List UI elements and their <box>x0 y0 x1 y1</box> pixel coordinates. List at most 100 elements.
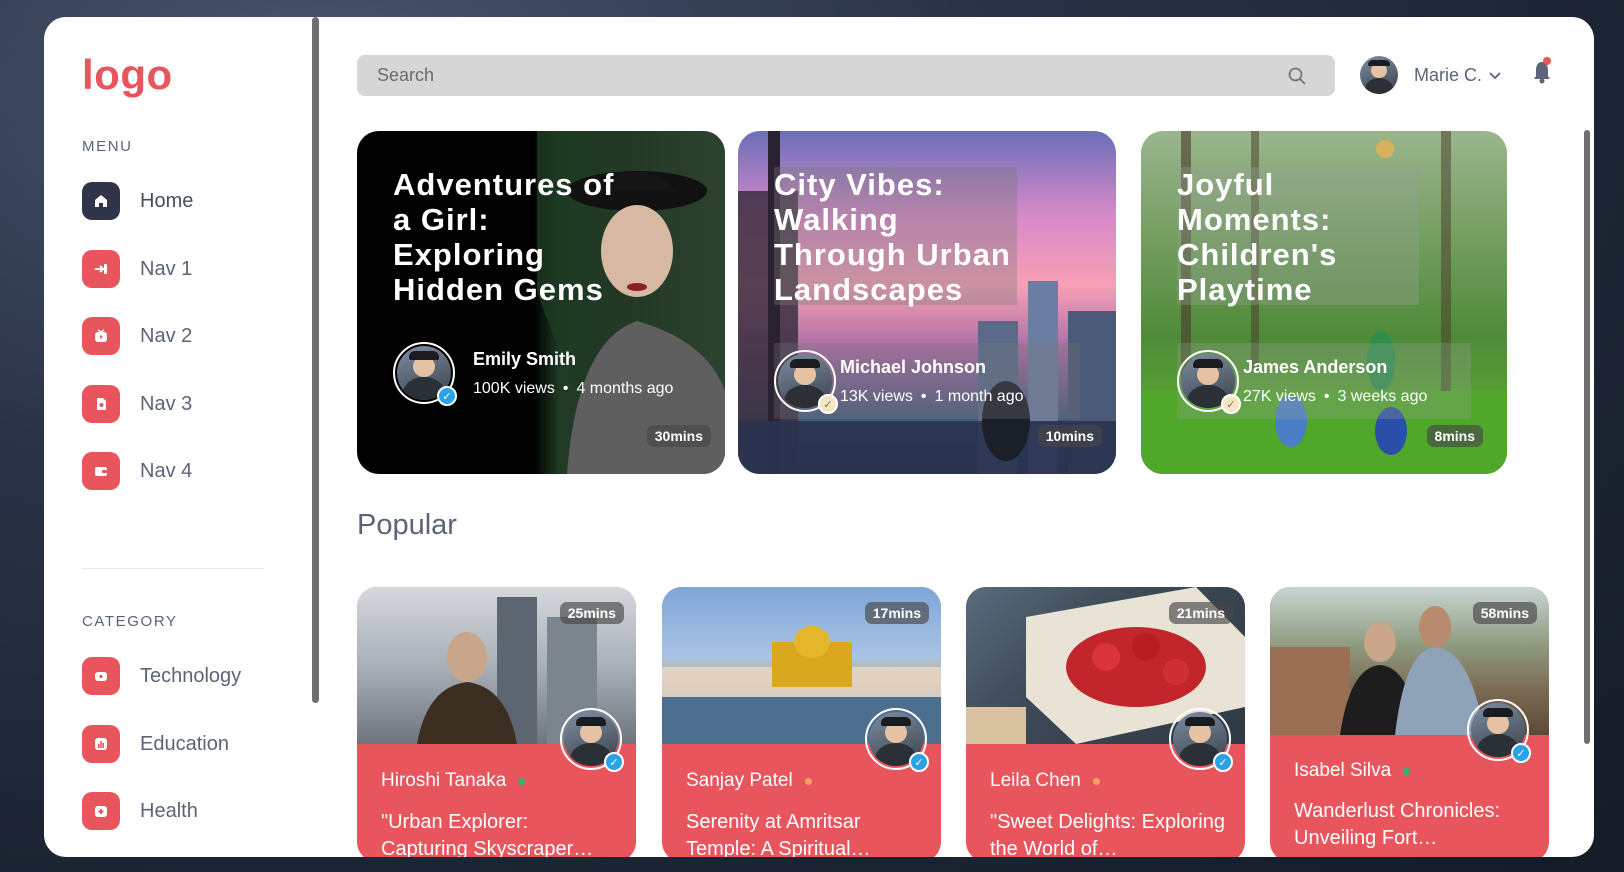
duration-badge: 17mins <box>864 602 929 624</box>
search-icon[interactable] <box>1287 66 1307 86</box>
chart-icon <box>82 725 120 763</box>
featured-title-box: Joyful Moments: Children's Playtime <box>1177 167 1419 307</box>
featured-title[interactable]: City Vibes: Walking Through Urban Landsc… <box>774 167 1017 307</box>
popular-card[interactable]: 21mins ✓ Leila Chen "Sweet Delights: Exp… <box>966 587 1245 857</box>
sidebar-item-nav-1[interactable]: Nav 1 <box>82 249 192 289</box>
author-avatar[interactable]: ✓ <box>1467 699 1531 763</box>
sidebar-item-education[interactable]: Education <box>82 724 229 764</box>
app-window: logo MENU Home Nav 1 Nav 2 Nav 3 Nav 4 C… <box>44 17 1594 857</box>
sidebar: logo MENU Home Nav 1 Nav 2 Nav 3 Nav 4 C… <box>44 17 312 857</box>
sidebar-divider <box>82 568 264 569</box>
author-name-text: Sanjay Patel <box>686 770 793 791</box>
featured-title[interactable]: Adventures of a Girl: Exploring Hidden G… <box>393 167 623 307</box>
featured-author[interactable]: ✓ James Anderson 27K views • 3 weeks ago <box>1177 343 1471 419</box>
author-avatar[interactable]: ✓ <box>1177 350 1241 414</box>
author-avatar[interactable]: ✓ <box>393 342 457 406</box>
verified-icon: ✓ <box>909 752 929 772</box>
sidebar-item-label: Nav 4 <box>140 459 193 482</box>
featured-card[interactable]: Adventures of a Girl: Exploring Hidden G… <box>357 131 725 474</box>
author-avatar[interactable]: ✓ <box>774 350 838 414</box>
author-avatar[interactable]: ✓ <box>560 708 624 772</box>
author-name[interactable]: Emily Smith <box>473 349 673 370</box>
video-title[interactable]: "Urban Explorer: Capturing Skyscraper… <box>381 809 616 857</box>
verified-icon: ✓ <box>1511 743 1531 763</box>
category-section-title: CATEGORY <box>82 613 178 630</box>
duration-badge: 25mins <box>559 602 624 624</box>
author-name-text: Leila Chen <box>990 770 1081 791</box>
chevron-down-icon[interactable] <box>1488 68 1502 82</box>
featured-title-box: City Vibes: Walking Through Urban Landsc… <box>774 167 1017 307</box>
search-input[interactable] <box>377 55 1237 96</box>
featured-card[interactable]: City Vibes: Walking Through Urban Landsc… <box>738 131 1116 474</box>
sidebar-item-nav-4[interactable]: Nav 4 <box>82 451 192 491</box>
view-count: 13K views <box>840 387 913 405</box>
menu-section-title: MENU <box>82 138 133 155</box>
sidebar-scrollbar[interactable] <box>312 17 319 703</box>
separator-dot: • <box>1323 387 1330 405</box>
home-icon <box>82 182 120 220</box>
author-avatar[interactable]: ✓ <box>865 708 929 772</box>
featured-title[interactable]: Joyful Moments: Children's Playtime <box>1177 167 1419 307</box>
author-name[interactable]: Isabel Silva <box>1294 760 1411 782</box>
featured-author[interactable]: ✓ Michael Johnson 13K views • 1 month ag… <box>774 343 1080 419</box>
wallet-icon <box>82 452 120 490</box>
featured-card[interactable]: Joyful Moments: Children's Playtime ✓ Ja… <box>1141 131 1507 474</box>
popular-card[interactable]: 25mins ✓ Hiroshi Tanaka "Urban Explorer:… <box>357 587 636 857</box>
status-dot <box>1092 777 1100 785</box>
popular-card[interactable]: 17mins ✓ Sanjay Patel Serenity at Amrits… <box>662 587 941 857</box>
video-title[interactable]: "Sweet Delights: Exploring the World of… <box>990 809 1225 857</box>
sidebar-item-nav-2[interactable]: Nav 2 <box>82 316 192 356</box>
notification-dot <box>1543 57 1551 65</box>
sidebar-item-nav-3[interactable]: Nav 3 <box>82 384 192 424</box>
video-title[interactable]: Serenity at Amritsar Temple: A Spiritual… <box>686 809 921 857</box>
author-avatar[interactable]: ✓ <box>1169 708 1233 772</box>
duration-badge: 8mins <box>1426 425 1483 447</box>
user-name[interactable]: Marie C. <box>1414 65 1482 86</box>
author-name[interactable]: James Anderson <box>1243 357 1427 378</box>
author-name[interactable]: Michael Johnson <box>840 357 1023 378</box>
view-count: 100K views <box>473 379 555 397</box>
sidebar-item-label: Nav 3 <box>140 392 193 415</box>
duration-badge: 30mins <box>646 425 711 447</box>
author-name[interactable]: Leila Chen <box>990 770 1100 792</box>
sidebar-item-health[interactable]: Health <box>82 791 198 831</box>
verified-icon: ✓ <box>1221 394 1241 414</box>
upload-age: 1 month ago <box>934 387 1024 405</box>
status-dot <box>804 777 812 785</box>
user-menu[interactable]: Marie C. <box>1360 55 1502 95</box>
upload-age: 3 weeks ago <box>1337 387 1428 405</box>
featured-author[interactable]: ✓ Emily Smith 100K views • 4 months ago <box>393 342 673 406</box>
video-meta: 27K views • 3 weeks ago <box>1243 388 1427 406</box>
sidebar-item-label: Health <box>140 799 198 822</box>
sidebar-item-home[interactable]: Home <box>82 181 193 221</box>
duration-badge: 58mins <box>1472 602 1537 624</box>
sidebar-item-label: Technology <box>140 664 242 687</box>
sidebar-item-technology[interactable]: Technology <box>82 656 241 696</box>
video-meta: 13K views • 1 month ago <box>840 388 1023 406</box>
sidebar-item-label: Home <box>140 189 194 212</box>
sidebar-item-label: Nav 2 <box>140 324 193 347</box>
popular-card[interactable]: 58mins ✓ Isabel Silva Wanderlust Chronic… <box>1270 587 1549 857</box>
author-name-text: Isabel Silva <box>1294 760 1392 781</box>
avatar[interactable] <box>1360 56 1398 94</box>
video-meta: 100K views • 4 months ago <box>473 380 673 398</box>
sidebar-item-label: Education <box>140 732 229 755</box>
main-scrollbar[interactable] <box>1584 130 1590 744</box>
author-name[interactable]: Hiroshi Tanaka <box>381 770 526 792</box>
separator-dot: • <box>562 379 569 397</box>
upload-age: 4 months ago <box>576 379 674 397</box>
view-count: 27K views <box>1243 387 1316 405</box>
monitor-icon <box>82 657 120 695</box>
separator-dot: • <box>920 387 927 405</box>
author-name[interactable]: Sanjay Patel <box>686 770 812 792</box>
verified-icon: ✓ <box>437 386 457 406</box>
verified-icon: ✓ <box>604 752 624 772</box>
status-dot <box>1403 767 1411 775</box>
file-icon <box>82 385 120 423</box>
logo[interactable]: logo <box>82 51 173 99</box>
featured-title-box: Adventures of a Girl: Exploring Hidden G… <box>393 167 623 307</box>
video-title[interactable]: Wanderlust Chronicles: Unveiling Fort… <box>1294 798 1529 852</box>
verified-icon: ✓ <box>1213 752 1233 772</box>
health-icon <box>82 792 120 830</box>
verified-icon: ✓ <box>818 394 838 414</box>
